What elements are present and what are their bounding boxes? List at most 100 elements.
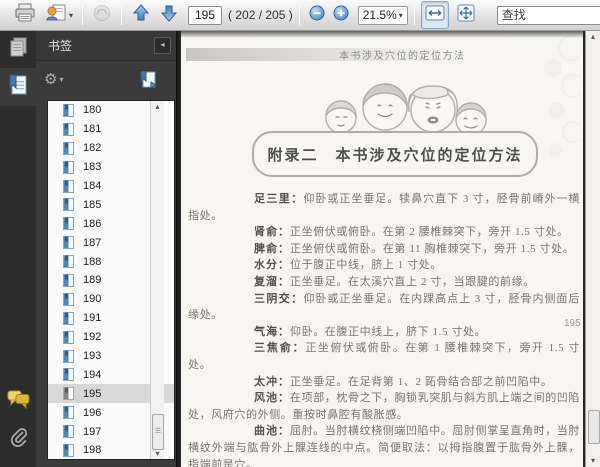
page-count-label: ( 202 / 205 ) bbox=[228, 8, 293, 22]
document-scrollbar[interactable]: ▴ ▾ bbox=[585, 30, 600, 467]
bookmark-page-icon bbox=[63, 349, 74, 363]
bookmark-page-icon bbox=[63, 255, 74, 269]
clipboard-button-disabled bbox=[89, 2, 115, 28]
zoom-in-button[interactable] bbox=[330, 2, 352, 28]
zoom-level-dropdown[interactable]: 21.5% ▾ bbox=[357, 5, 408, 25]
toolbar-separator bbox=[121, 5, 123, 25]
locate-current-bookmark-button[interactable] bbox=[140, 70, 158, 88]
next-page-button[interactable] bbox=[156, 2, 182, 28]
navigation-rail bbox=[0, 30, 36, 467]
pages-panel-button[interactable] bbox=[0, 30, 36, 68]
chevron-down-icon: ▾ bbox=[59, 74, 64, 84]
clipboard-icon bbox=[92, 4, 112, 27]
page-number-input[interactable] bbox=[188, 5, 223, 25]
bookmark-page-icon bbox=[63, 443, 74, 457]
toolbar: ▾ ( 202 / 205 ) bbox=[0, 0, 600, 31]
arrow-down-icon bbox=[159, 3, 179, 28]
bookmark-item-label: 188 bbox=[83, 255, 102, 268]
comments-panel-button[interactable] bbox=[0, 383, 36, 421]
bookmark-item-label: 185 bbox=[83, 198, 102, 211]
bookmarks-scrollbar-thumb[interactable]: ☰ bbox=[152, 414, 164, 450]
bookmark-item-label: 195 bbox=[83, 387, 102, 400]
zoom-in-icon bbox=[333, 5, 349, 26]
bookmark-item-label: 193 bbox=[83, 350, 102, 363]
acupoint-entry: 三焦俞：正坐俯伏或俯卧。在第 1 腰椎棘突下，旁开 1.5 寸处。 bbox=[188, 342, 580, 371]
bookmark-page-icon bbox=[63, 292, 74, 306]
bookmark-page-icon bbox=[63, 217, 74, 231]
bookmark-item-label: 181 bbox=[83, 123, 102, 136]
fit-width-icon bbox=[425, 4, 445, 27]
bookmark-item-label: 182 bbox=[83, 142, 102, 155]
printer-icon bbox=[14, 3, 36, 27]
acupoint-entry: 曲池：屈肘。当肘横纹桡侧端凹陷中。屈肘侧掌呈直角时，当肘横纹外端与肱骨外上髁连线… bbox=[188, 425, 580, 467]
bookmarks-panel: 书签 ◂ ⚙ ▾ 180 181 182 183 184 185 186 187 188 189 1… bbox=[36, 30, 176, 467]
bookmark-item-label: 191 bbox=[83, 312, 102, 325]
gear-icon[interactable]: ⚙ bbox=[44, 70, 57, 88]
bookmark-item-label: 187 bbox=[83, 236, 102, 249]
comments-icon bbox=[7, 390, 30, 414]
toolbar-separator bbox=[298, 5, 300, 25]
print-button[interactable] bbox=[11, 2, 39, 28]
bookmark-item-label: 190 bbox=[83, 293, 102, 306]
toolbar-separator bbox=[82, 5, 84, 25]
acupoint-entry: 水分：位于腹正中线，脐上 1 寸处。 bbox=[254, 259, 442, 272]
bookmark-page-icon bbox=[63, 141, 74, 155]
bookmark-item-label: 196 bbox=[83, 406, 102, 419]
bookmark-item-label: 183 bbox=[83, 161, 102, 174]
bookmarks-panel-title: 书签 bbox=[48, 38, 73, 53]
scroll-up-icon[interactable]: ▴ bbox=[586, 32, 600, 41]
send-email-button[interactable]: ▾ bbox=[43, 2, 76, 28]
pages-icon bbox=[8, 36, 28, 63]
bookmark-page-icon bbox=[63, 103, 74, 117]
document-scrollbar-thumb[interactable] bbox=[587, 410, 600, 444]
chevron-down-icon: ▾ bbox=[398, 10, 403, 20]
bookmark-item-label: 186 bbox=[83, 217, 102, 230]
bookmark-item-label: 184 bbox=[83, 180, 102, 192]
scroll-up-icon[interactable]: ▴ bbox=[151, 102, 164, 111]
bookmark-page-icon bbox=[63, 273, 74, 287]
bookmark-page-icon bbox=[63, 311, 74, 325]
appendix-title: 附录二 本书涉及穴位的定位方法 bbox=[267, 147, 523, 164]
document-page: 本书涉及穴位的定位方法 附录二 本书涉及穴位的定位方法 足三里：仰卧或正坐垂足。… bbox=[181, 30, 586, 467]
scroll-down-icon[interactable]: ▾ bbox=[151, 449, 164, 458]
bookmark-page-icon bbox=[63, 330, 74, 344]
collapse-panel-button[interactable]: ◂ bbox=[154, 36, 171, 54]
fit-page-icon bbox=[456, 4, 476, 27]
chevron-down-icon: ▾ bbox=[69, 10, 74, 20]
acupoint-entry: 肾俞：正坐俯伏或俯卧。在第 2 腰椎棘突下，旁开 1.5 寸处。 bbox=[254, 226, 569, 239]
bookmark-page-icon bbox=[63, 236, 74, 250]
bookmark-item-label: 197 bbox=[83, 425, 102, 438]
bookmark-item-label: 194 bbox=[83, 368, 102, 381]
fit-width-button[interactable] bbox=[420, 1, 449, 29]
acupoint-entries: 足三里：仰卧或正坐垂足。犊鼻穴直下 3 寸，胫骨前嵴外一横指处。肾俞：正坐俯伏或… bbox=[188, 191, 580, 467]
previous-page-button[interactable] bbox=[128, 2, 154, 28]
toolbar-separator bbox=[413, 5, 415, 25]
bookmark-page-icon bbox=[63, 368, 74, 382]
acupoint-entry: 足三里：仰卧或正坐垂足。犊鼻穴直下 3 寸，胫骨前嵴外一横指处。 bbox=[188, 193, 581, 222]
bookmarks-toolbar: ⚙ ▾ bbox=[36, 61, 176, 97]
bookmark-item-label: 198 bbox=[83, 444, 102, 457]
zoom-out-icon bbox=[309, 5, 325, 26]
attachments-panel-button[interactable] bbox=[0, 421, 36, 459]
send-email-icon bbox=[46, 3, 67, 27]
zoom-level-value: 21.5% bbox=[362, 8, 397, 22]
bookmark-page-icon bbox=[63, 179, 74, 193]
bookmarks-panel-button[interactable] bbox=[0, 68, 36, 106]
corner-decoration bbox=[544, 35, 581, 157]
acupoint-entry: 复溜：正坐垂足。在太溪穴直上 2 寸，当跟腱的前缘。 bbox=[254, 275, 535, 288]
bookmarks-scrollbar[interactable]: ▴ ☰ ▾ bbox=[150, 101, 164, 459]
bookmark-page-icon bbox=[63, 198, 74, 212]
paperclip-icon bbox=[9, 427, 28, 453]
bookmark-item-label: 192 bbox=[83, 331, 102, 344]
running-header-text: 本书涉及穴位的定位方法 bbox=[339, 51, 466, 62]
bookmark-icon bbox=[8, 74, 28, 101]
bookmark-page-icon bbox=[63, 122, 74, 136]
fit-page-button[interactable] bbox=[453, 2, 479, 28]
arrow-up-icon bbox=[131, 3, 151, 28]
zoom-out-button[interactable] bbox=[306, 2, 328, 28]
scroll-down-icon[interactable]: ▾ bbox=[586, 456, 600, 465]
acupoint-entry: 脾俞：正坐俯伏或俯卧。在第 11 胸椎棘突下，旁开 1.5 寸处。 bbox=[254, 242, 575, 255]
find-input[interactable] bbox=[496, 5, 600, 25]
panel-content-divider[interactable] bbox=[176, 30, 181, 467]
acupoint-entry: 风池：在项部，枕骨之下，胸锁乳突肌与斜方肌上端之间的凹陷处，风府穴的外侧。重按时… bbox=[188, 392, 580, 421]
